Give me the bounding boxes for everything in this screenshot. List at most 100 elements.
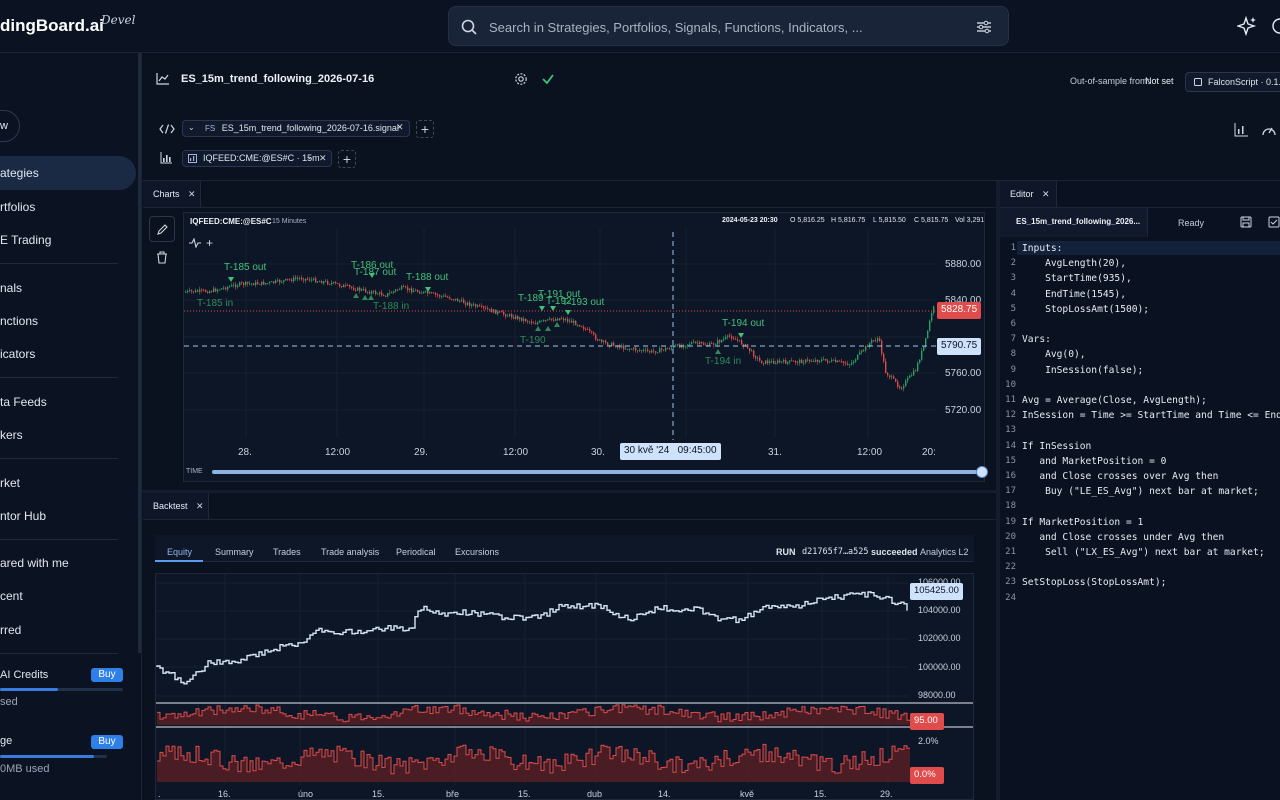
y-tick: 5720.00 — [945, 405, 982, 416]
editor-file-tab[interactable]: ES_15m_trend_following_2026... — [1000, 208, 1148, 237]
filter-sliders-icon[interactable] — [975, 18, 993, 36]
sidebar-item-mentor-hub[interactable]: ntor Hub — [0, 499, 136, 533]
sidebar-item-portfolios[interactable]: rtfolios — [0, 190, 136, 224]
y-tick: 5880.00 — [945, 259, 982, 270]
sidebar-item-live-trading[interactable]: E Trading — [0, 223, 136, 257]
line-number: 3 — [1010, 273, 1016, 284]
check-icon[interactable] — [541, 72, 555, 86]
code-line: SetStopLoss(StopLossAmt); — [1022, 577, 1167, 589]
line-number: 18 — [1005, 501, 1016, 512]
close-icon[interactable]: ✕ — [188, 189, 196, 199]
sidebar-item-functions[interactable]: nctions — [0, 304, 136, 338]
line-number: 24 — [1005, 592, 1016, 603]
line-number: 19 — [1005, 516, 1016, 527]
storage-label: ge — [0, 735, 13, 747]
code-line: If MarketPosition = 1 — [1022, 516, 1144, 528]
code-line: Buy ("LE_ES_Avg") next bar at market; — [1022, 486, 1259, 498]
run-label: RUN — [776, 547, 796, 557]
x-tick: 29. — [414, 447, 428, 458]
new-button-label: w — [0, 120, 8, 132]
chevron-down-icon[interactable]: ⌄ — [188, 123, 195, 132]
new-button[interactable]: w — [0, 110, 20, 142]
code-icon — [159, 124, 175, 134]
sidebar: w ategies rtfolios E Trading nals nction… — [0, 53, 142, 800]
tab-charts[interactable]: Charts ✕ — [143, 181, 201, 207]
tab-backtest[interactable]: Backtest ✕ — [143, 493, 209, 519]
x-tick: 28. — [238, 447, 252, 458]
save-icon[interactable] — [1240, 216, 1252, 228]
close-icon[interactable]: ✕ — [396, 122, 404, 133]
oos-value[interactable]: Not set — [1145, 76, 1174, 86]
sidebar-item-shared[interactable]: ared with me — [0, 546, 136, 580]
file-tab-name: ES_15m_trend_following_2026-07-16.signal — [221, 123, 399, 133]
code-line: Inputs: — [1022, 243, 1063, 254]
add-symbol-button[interactable]: + — [338, 150, 356, 168]
tab-equity[interactable]: Equity — [167, 547, 192, 557]
sidebar-item-brokers[interactable]: kers — [0, 418, 136, 452]
sidebar-item-indicators[interactable]: icators — [0, 337, 136, 371]
draw-tool-button[interactable] — [149, 216, 175, 242]
sidebar-divider — [0, 263, 118, 264]
tab-trades[interactable]: Trades — [273, 547, 301, 557]
x-tick: kvě — [740, 789, 755, 799]
gauge-icon[interactable] — [1261, 123, 1277, 137]
close-icon[interactable]: ✕ — [1042, 189, 1050, 199]
sidebar-item-starred[interactable]: rred — [0, 613, 136, 647]
indicator-wave-icon[interactable] — [189, 238, 201, 248]
code-line: Avg(0), — [1022, 349, 1086, 361]
search-bar[interactable]: Search in Strategies, Portfolios, Signal… — [448, 6, 1009, 46]
tab-editor[interactable]: Editor ✕ — [1000, 181, 1057, 207]
ohlc-open: O 5,816.25 — [790, 217, 825, 224]
code-line: and MarketPosition = 0 — [1022, 455, 1167, 467]
tab-excursions[interactable]: Excursions — [455, 547, 499, 557]
sidebar-item-market[interactable]: rket — [0, 466, 136, 500]
sidebar-divider — [0, 458, 118, 459]
tab-periodical[interactable]: Periodical — [396, 547, 436, 557]
code-line: InSession(false); — [1022, 364, 1144, 376]
line-number: 15 — [1005, 455, 1016, 466]
close-icon[interactable]: ✕ — [319, 153, 327, 164]
gear-icon[interactable] — [514, 72, 528, 86]
time-range-handle[interactable] — [976, 466, 988, 478]
time-range-slider[interactable] — [212, 470, 987, 474]
ai-sparkle-icon[interactable] — [1237, 16, 1257, 36]
help-icon[interactable] — [1268, 17, 1280, 35]
sidebar-item-recent[interactable]: cent — [0, 579, 136, 613]
editor-file-name: ES_15m_trend_following_2026... — [1016, 217, 1141, 226]
storage-buy-button[interactable]: Buy — [91, 735, 123, 749]
line-number: 12 — [1005, 410, 1016, 421]
crosshair-time-tag: 30 kvě '24 09:45:00 — [620, 443, 721, 460]
add-indicator-button[interactable]: + — [206, 236, 213, 250]
price-chart[interactable] — [183, 212, 985, 482]
ohlc-date: 2024-05-23 20:30 — [722, 217, 778, 224]
line-number: 5 — [1010, 303, 1016, 314]
line-number: 8 — [1010, 349, 1016, 360]
app-logo[interactable]: dingBoard.ai — [0, 16, 104, 36]
panel-resize-handle[interactable] — [142, 490, 996, 493]
file-tab[interactable]: FS ES_15m_trend_following_2026-07-16.sig… — [182, 120, 410, 137]
equity-chart[interactable] — [155, 573, 974, 800]
search-input[interactable]: Search in Strategies, Portfolios, Signal… — [489, 20, 863, 35]
delete-drawings-button[interactable] — [149, 245, 175, 271]
add-file-button[interactable]: + — [416, 120, 434, 138]
line-number: 7 — [1010, 334, 1016, 345]
ohlc-high: H 5,816.75 — [831, 217, 866, 224]
chart-settings-icon[interactable] — [1234, 123, 1248, 137]
tab-summary[interactable]: Summary — [215, 547, 254, 557]
tab-editor-label: Editor — [1010, 189, 1034, 199]
line-number: 16 — [1005, 471, 1016, 481]
ai-credits-buy-button[interactable]: Buy — [91, 668, 123, 682]
checkbox-icon[interactable] — [1268, 216, 1280, 228]
sidebar-item-data-feeds[interactable]: ta Feeds — [0, 385, 136, 419]
chevron-down-icon[interactable]: ⌄ — [306, 152, 313, 161]
crosshair-price-tag: 5790.75 — [937, 338, 982, 355]
code-line: StopLossAmt(1500); — [1022, 303, 1150, 315]
close-icon[interactable]: ✕ — [196, 501, 204, 511]
sidebar-item-signals[interactable]: nals — [0, 271, 136, 305]
tab-trade-analysis[interactable]: Trade analysis — [321, 547, 379, 557]
analytics-level[interactable]: Analytics L2 — [920, 547, 969, 557]
chip-icon — [1194, 78, 1202, 86]
sidebar-scrollbar[interactable] — [138, 53, 141, 653]
sidebar-item-strategies[interactable]: ategies — [0, 156, 136, 190]
run-id[interactable]: d21765f7…a525 — [802, 547, 869, 557]
